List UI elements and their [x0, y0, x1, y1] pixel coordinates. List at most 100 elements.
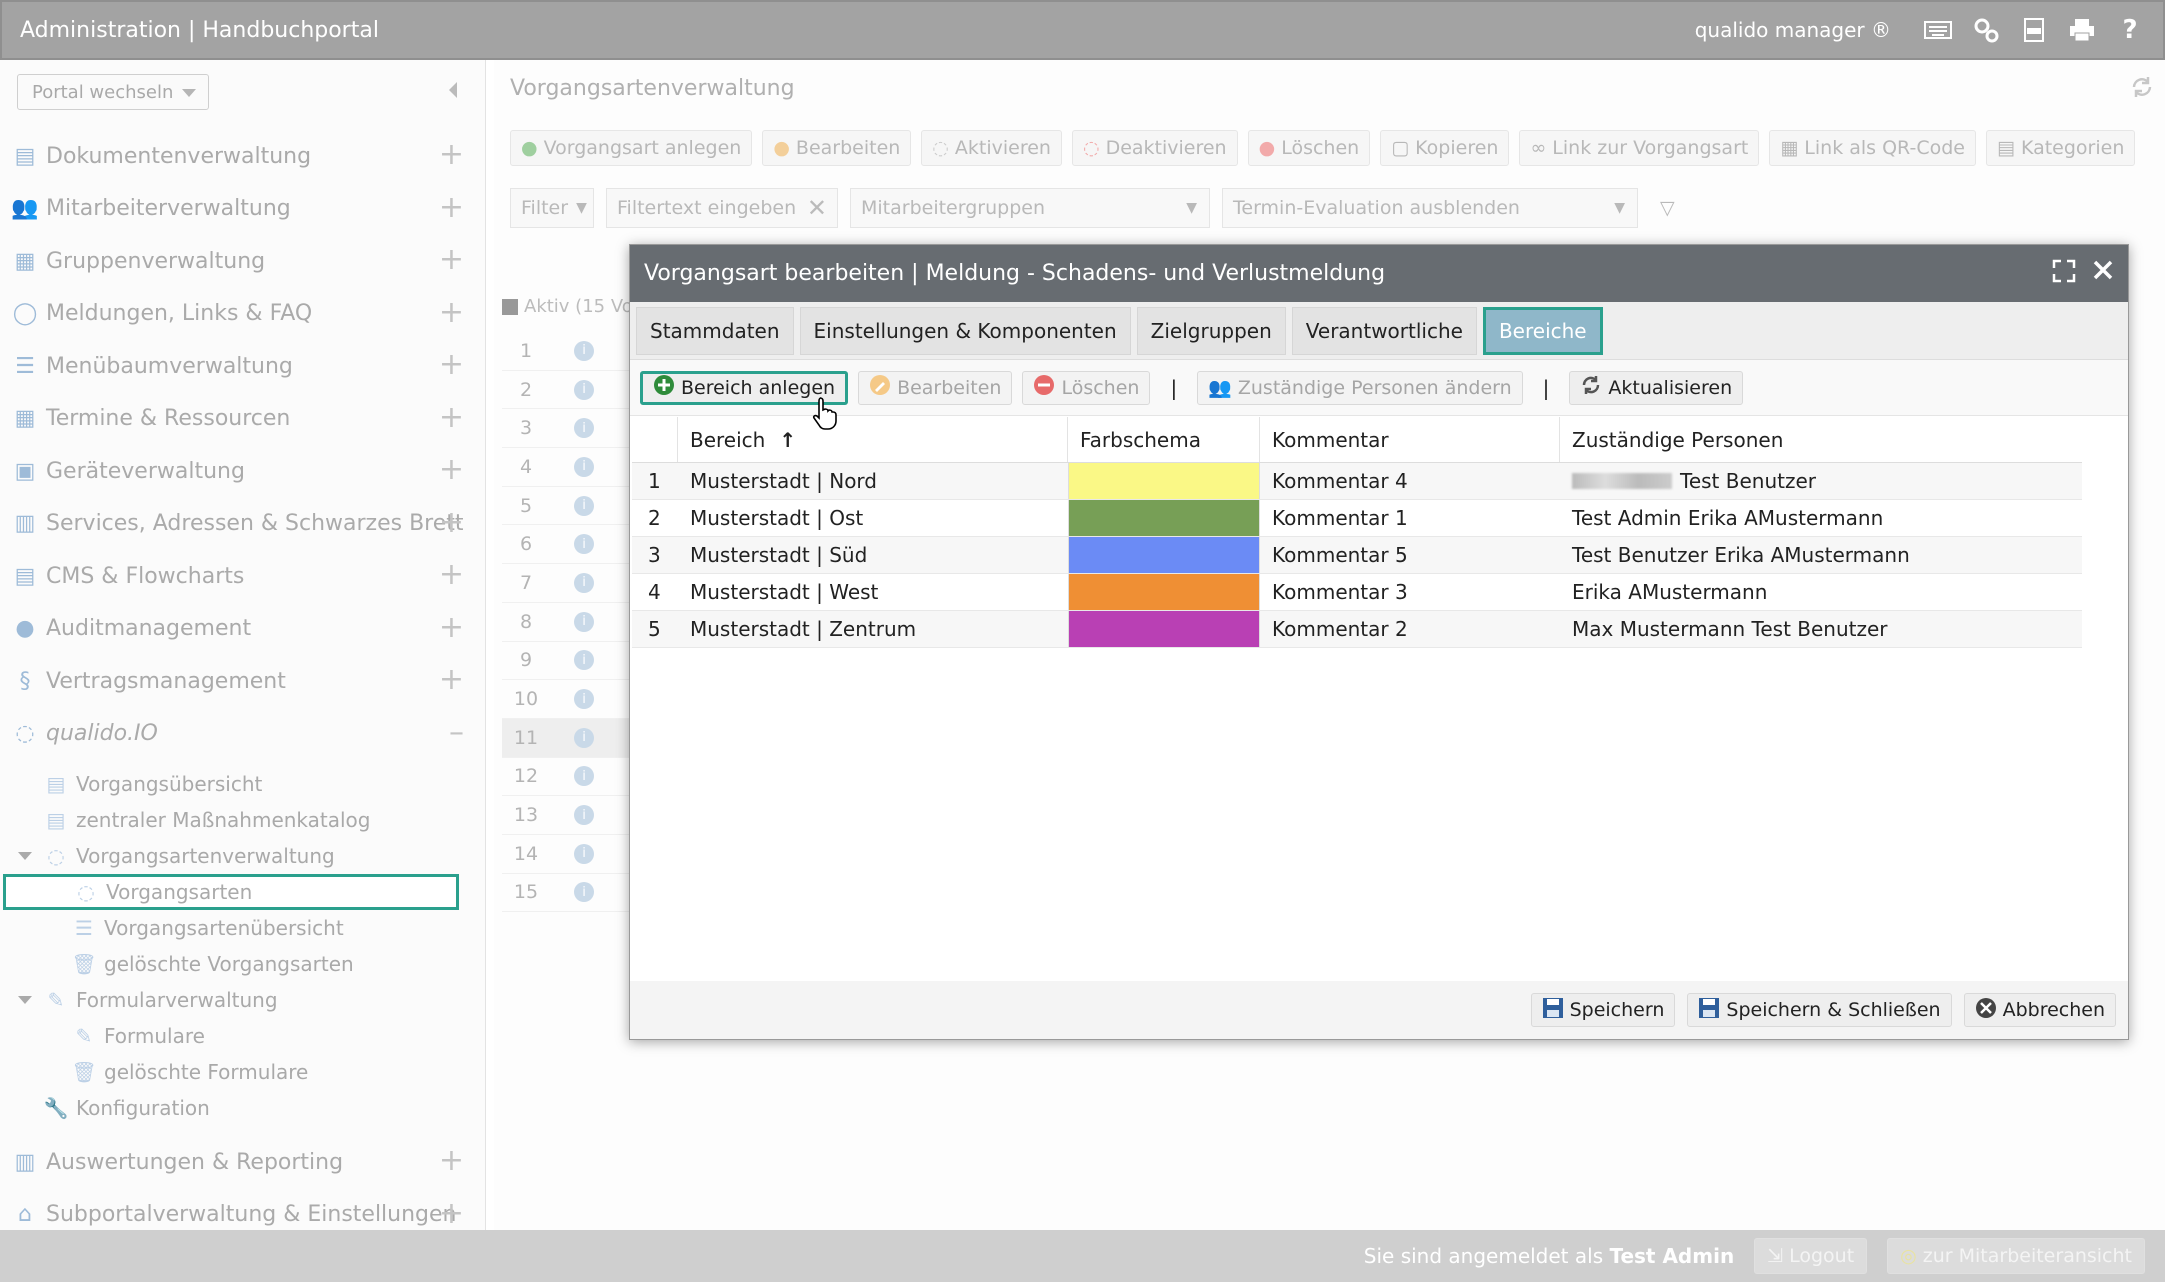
plus-icon[interactable]: + — [439, 560, 464, 590]
filter-button[interactable]: Filter ▼ — [510, 188, 594, 228]
sidebar-sub-vorgangsarten[interactable]: ◌ Vorgangsarten — [3, 874, 459, 910]
keyboard-icon[interactable] — [1923, 16, 1953, 44]
sidebar-item-termine[interactable]: ▦ Termine & Ressourcen + — [0, 393, 486, 446]
help-icon[interactable]: ? — [2115, 15, 2145, 45]
print-icon[interactable] — [2067, 16, 2097, 44]
plus-icon[interactable]: + — [439, 402, 464, 432]
plus-icon[interactable]: + — [439, 192, 464, 222]
clear-icon[interactable]: ✕ — [807, 194, 827, 222]
speichern-schliessen-button[interactable]: Speichern & Schließen — [1687, 993, 1952, 1027]
plus-icon[interactable]: + — [439, 665, 464, 695]
table-row[interactable]: 1 Musterstadt | Nord Kommentar 4 Test Benut… — [632, 463, 2082, 500]
table-row[interactable]: 4 Musterstadt | West Kommentar 3 Erika AMus… — [632, 574, 2082, 611]
sidebar-item-geraete[interactable]: ▣ Geräteverwaltung + — [0, 445, 486, 498]
table-row[interactable]: 3 Musterstadt | Süd Kommentar 5 Test Benutz… — [632, 537, 2082, 574]
table-row[interactable]: 6i — [502, 525, 632, 565]
mitarbeitergruppen-select[interactable]: Mitarbeitergruppen ▼ — [850, 188, 1210, 228]
termin-evaluation-select[interactable]: Termin-Evaluation ausblenden ▼ — [1222, 188, 1638, 228]
cogs-icon[interactable] — [1971, 16, 2001, 44]
plus-icon[interactable]: + — [439, 612, 464, 642]
sidebar-item-vertrag[interactable]: § Vertragsmanagement + — [0, 655, 486, 708]
table-row[interactable]: 14 i — [502, 835, 632, 874]
plus-icon[interactable]: + — [439, 1146, 464, 1176]
table-row[interactable]: 8i — [502, 603, 632, 642]
link-qr-button[interactable]: ▦ Link als QR-Code — [1769, 130, 1976, 166]
aktualisieren-button[interactable]: Aktualisieren — [1569, 370, 1744, 405]
sidebar-sub-formulare[interactable]: ✎ Formulare — [0, 1018, 486, 1054]
plus-icon[interactable]: + — [439, 140, 464, 170]
sidebar-item-services[interactable]: ▥ Services, Adressen & Schwarzes Brett + — [0, 498, 486, 551]
plus-icon[interactable]: + — [439, 1198, 464, 1228]
sidebar-item-dokumente[interactable]: ▤ Dokumentenverwaltung + — [0, 130, 486, 183]
header-bereich[interactable]: Bereich ↑ — [678, 417, 1068, 462]
abbrechen-button[interactable]: Abbrechen — [1963, 993, 2116, 1027]
portal-select[interactable]: Portal wechseln — [17, 74, 209, 110]
sidebar-sub-massnahmenkatalog[interactable]: ▤ zentraler Maßnahmenkatalog — [0, 802, 486, 838]
sidebar-sub-formularverwaltung[interactable]: ✎ Formularverwaltung — [0, 982, 486, 1018]
funnel-icon[interactable]: ▽ — [1650, 188, 1690, 228]
expanded-icon[interactable] — [18, 852, 32, 860]
filter-text-input[interactable]: Filtertext eingeben ✕ — [606, 188, 838, 228]
table-row[interactable]: 7i — [502, 564, 632, 603]
table-row[interactable]: 1i — [502, 332, 632, 371]
table-row[interactable]: 2i — [502, 371, 632, 410]
expanded-icon[interactable] — [18, 996, 32, 1004]
sidebar-sub-geloeschte-vorgangsarten[interactable]: 🗑 gelöschte Vorgangsarten — [0, 946, 486, 982]
table-row[interactable]: 9i — [502, 642, 632, 681]
sidebar-item-meldungen[interactable]: ◯ Meldungen, Links & FAQ + — [0, 288, 486, 341]
maximize-icon[interactable] — [2052, 259, 2076, 289]
sidebar-item-gruppen[interactable]: ▦ Gruppenverwaltung + — [0, 235, 486, 288]
sidebar-sub-vorgangsartenuebersicht[interactable]: ☰ Vorgangsartenübersicht — [0, 910, 486, 946]
header-farbschema[interactable]: Farbschema — [1068, 417, 1260, 462]
tab-zielgruppen[interactable]: Zielgruppen — [1136, 306, 1286, 355]
kopieren-button[interactable]: ▢ Kopieren — [1380, 130, 1510, 166]
loeschen-button[interactable]: ● Löschen — [1247, 130, 1371, 166]
sidebar-sub-geloeschte-formulare[interactable]: 🗑 gelöschte Formulare — [0, 1054, 486, 1090]
tab-einstellungen[interactable]: Einstellungen & Komponenten — [799, 306, 1131, 355]
table-row[interactable]: 13 i — [502, 796, 632, 835]
pdf-icon[interactable] — [2019, 16, 2049, 44]
plus-icon[interactable]: + — [439, 455, 464, 485]
sidebar-item-auswertungen[interactable]: ▥ Auswertungen & Reporting + — [0, 1136, 486, 1189]
table-row[interactable]: 2 Musterstadt | Ost Kommentar 1 Test Admin … — [632, 500, 2082, 537]
bereich-loeschen-button[interactable]: Löschen — [1022, 370, 1151, 405]
bereich-bearbeiten-button[interactable]: Bearbeiten — [858, 370, 1013, 405]
link-vorgangsart-button[interactable]: ∞ Link zur Vorgangsart — [1519, 130, 1760, 166]
header-kommentar[interactable]: Kommentar — [1260, 417, 1560, 462]
table-row[interactable]: 12 i — [502, 758, 632, 797]
logout-button[interactable]: ⇲ Logout — [1754, 1238, 1868, 1274]
bearbeiten-button[interactable]: ● Bearbeiten — [762, 130, 912, 166]
sidebar-item-audit[interactable]: ● Auditmanagement + — [0, 603, 486, 656]
plus-icon[interactable]: + — [439, 350, 464, 380]
group-header[interactable]: Aktiv (15 Vo — [502, 296, 633, 317]
refresh-icon[interactable] — [2129, 74, 2155, 105]
speichern-button[interactable]: Speichern — [1530, 993, 1676, 1027]
header-personen[interactable]: Zuständige Personen — [1560, 417, 2082, 462]
deaktivieren-button[interactable]: ◌ Deaktivieren — [1071, 130, 1238, 166]
tab-verantwortliche[interactable]: Verantwortliche — [1291, 306, 1477, 355]
sidebar-item-mitarbeiter[interactable]: 👥 Mitarbeiterverwaltung + — [0, 183, 486, 236]
sidebar-sub-vorgangsuebersicht[interactable]: ▤ Vorgangsübersicht — [0, 766, 486, 802]
aktivieren-button[interactable]: ◌ Aktivieren — [921, 130, 1062, 166]
plus-icon[interactable]: + — [439, 297, 464, 327]
table-row[interactable]: 15 i — [502, 874, 632, 913]
table-row[interactable]: 4i — [502, 448, 632, 487]
sidebar-sub-konfiguration[interactable]: 🔧 Konfiguration — [0, 1090, 486, 1126]
table-row[interactable]: 5i — [502, 487, 632, 526]
plus-icon[interactable]: + — [439, 245, 464, 275]
tab-stammdaten[interactable]: Stammdaten — [636, 306, 794, 355]
mitarbeiteransicht-button[interactable]: ◎ zur Mitarbeiteransicht — [1887, 1238, 2145, 1274]
table-row[interactable]: 5 Musterstadt | Zentrum Kommentar 2 Max Mus… — [632, 611, 2082, 648]
minus-icon[interactable]: – — [449, 717, 464, 747]
tab-bereiche[interactable]: Bereiche — [1482, 306, 1603, 355]
sidebar-sub-vorgangsartenverwaltung[interactable]: ◌ Vorgangsartenverwaltung — [0, 838, 486, 874]
kategorien-button[interactable]: ▤ Kategorien — [1986, 130, 2136, 166]
table-row[interactable]: 3i — [502, 409, 632, 449]
zustaendige-personen-button[interactable]: 👥 Zuständige Personen ändern — [1197, 370, 1523, 405]
vorgangsart-anlegen-button[interactable]: ● Vorgangsart anlegen — [510, 130, 753, 166]
close-icon[interactable] — [2092, 259, 2114, 289]
sidebar-item-menuebaum[interactable]: ☰ Menübaumverwaltung + — [0, 340, 486, 393]
collapse-sidebar-icon[interactable] — [449, 82, 457, 98]
plus-icon[interactable]: + — [439, 507, 464, 537]
table-row[interactable]: 11 i — [502, 718, 632, 758]
